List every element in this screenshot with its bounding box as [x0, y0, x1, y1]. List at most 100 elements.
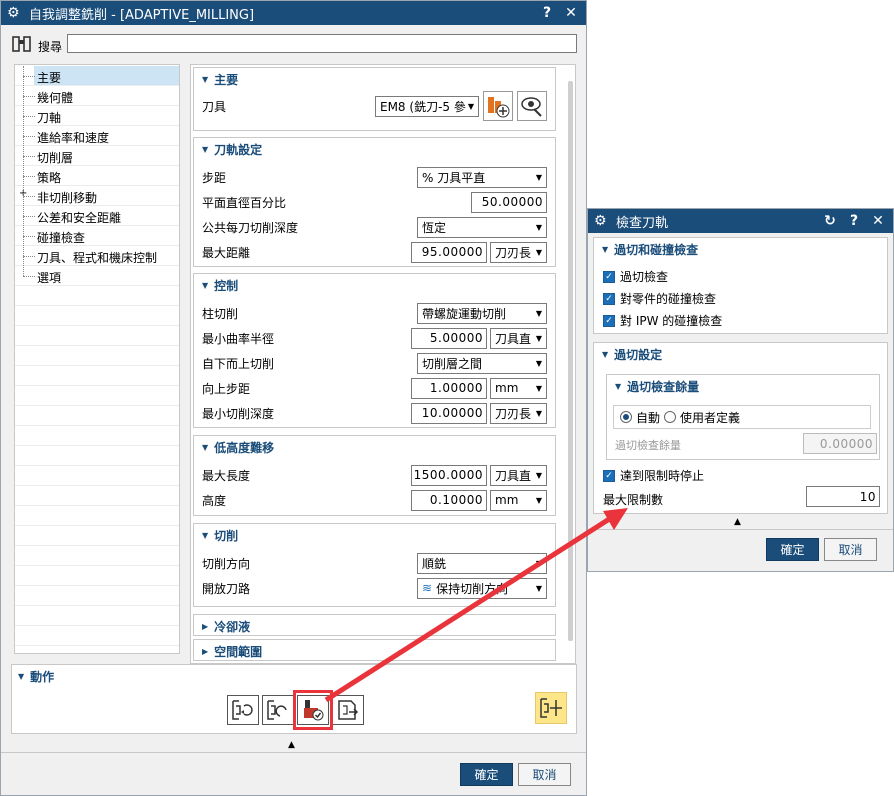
- check-cancel-button[interactable]: 取消: [824, 538, 877, 561]
- tree-connector: [23, 276, 35, 277]
- reset-button[interactable]: ↻: [821, 213, 839, 229]
- maxdist-input[interactable]: 95.00000: [411, 241, 487, 263]
- group2-header[interactable]: ▼ 過切設定: [594, 343, 887, 365]
- collapse-arrow-icon[interactable]: ▲: [288, 740, 295, 750]
- col-select[interactable]: 帶螺旋運動切削 ▼: [417, 302, 547, 324]
- ipw-collision-row[interactable]: ✓ 對 IPW 的碰撞檢查: [603, 312, 722, 329]
- checkbox-checked[interactable]: ✓: [603, 292, 615, 305]
- tree-item-label: 非切削移動: [37, 191, 98, 205]
- search-input[interactable]: [67, 34, 577, 53]
- search-label: 搜尋: [38, 40, 63, 54]
- tree-item[interactable]: 刀具、程式和機床控制: [15, 246, 179, 266]
- radio-auto[interactable]: [620, 411, 632, 423]
- section-control: ▼ 控制 柱切削 帶螺旋運動切削 ▼ 最小曲率半徑 5.00000 刀具直 ▼ 自下而…: [193, 273, 556, 428]
- check-ok-button[interactable]: 確定: [766, 538, 819, 561]
- upstep-unit-select[interactable]: mm ▼: [490, 377, 547, 399]
- new-tool-icon[interactable]: [483, 91, 513, 121]
- close-button[interactable]: ✕: [562, 5, 580, 21]
- tree-item[interactable]: 刀軸: [15, 106, 179, 126]
- list-icon[interactable]: [332, 695, 364, 725]
- section-coolant[interactable]: ▶ 冷卻液: [193, 614, 556, 636]
- help-button[interactable]: ?: [538, 5, 556, 21]
- main-dialog-title: 自我調整銑削 - [ADAPTIVE_MILLING]: [29, 7, 255, 23]
- max-limit-label: 最大限制數: [603, 493, 664, 507]
- tree-empty-row: [15, 546, 179, 566]
- zigzag-icon: ≋: [422, 581, 433, 595]
- subgroup-allowance: ▼ 過切檢查餘量 自動 使用者定義 過切檢查餘量 0.00000: [606, 374, 880, 460]
- maxlen-unit-select[interactable]: 刀具直 ▼: [490, 464, 547, 486]
- footer-divider: [1, 752, 586, 753]
- subgroup-header[interactable]: ▼ 過切檢查餘量: [607, 375, 879, 397]
- cutdir-select[interactable]: 順銑 ▼: [417, 552, 547, 574]
- bottomup-row: 自下而上切削 切削層之間 ▼: [202, 352, 547, 374]
- mindepth-unit-select[interactable]: 刀刃長 ▼: [490, 402, 547, 424]
- ok-button[interactable]: 確定: [460, 763, 513, 786]
- max-limit-input[interactable]: 10: [806, 486, 880, 507]
- stop-on-limit-row[interactable]: ✓ 達到限制時停止: [603, 467, 704, 484]
- collapse-arrow-icon[interactable]: ▲: [734, 517, 741, 527]
- tree-item[interactable]: 公差和安全距離: [15, 206, 179, 226]
- allowance-input: 0.00000: [803, 433, 877, 454]
- overcut-check-row[interactable]: ✓ 過切檢查: [603, 268, 668, 285]
- confirm-tool-path-icon[interactable]: [535, 692, 567, 724]
- content-panel: ▼ 主要 刀具 EM8 (銑刀-5 參 ▼ ▼ 刀軌設定 步距 % 刀具平直 ▼ 平面直…: [190, 64, 576, 664]
- tree-empty-row: [15, 466, 179, 486]
- openpath-select[interactable]: ≋ 保持切削方向 ▼: [417, 577, 547, 599]
- generate-icon[interactable]: [227, 695, 259, 725]
- edit-display-tool-icon[interactable]: [517, 91, 547, 121]
- radius-row: 最小曲率半徑 5.00000 刀具直 ▼: [202, 327, 547, 349]
- pct-input[interactable]: 50.00000: [471, 191, 547, 213]
- checkbox-checked[interactable]: ✓: [603, 314, 615, 327]
- section-cut-header[interactable]: ▼ 切削: [194, 524, 555, 546]
- section-lowheight-header[interactable]: ▼ 低高度難移: [194, 436, 555, 458]
- tree-item[interactable]: 進給率和速度: [15, 126, 179, 146]
- col-row: 柱切削 帶螺旋運動切削 ▼: [202, 302, 547, 324]
- checkbox-checked[interactable]: ✓: [603, 469, 615, 482]
- tree-item-label: 刀軸: [37, 111, 62, 125]
- main-title-bar[interactable]: ⚙ 自我調整銑削 - [ADAPTIVE_MILLING] ? ✕: [1, 1, 586, 25]
- group-overcut-collision: ▼ 過切和碰撞檢查 ✓ 過切檢查 ✓ 對零件的碰撞檢查 ✓ 對 IPW 的碰撞檢查: [593, 237, 888, 334]
- tree-empty-row: [15, 446, 179, 466]
- scrollbar[interactable]: [568, 81, 573, 641]
- section-main-header[interactable]: ▼ 主要: [194, 68, 555, 90]
- stepover-select[interactable]: % 刀具平直 ▼: [417, 166, 547, 188]
- section-lowheight: ▼ 低高度難移 最大長度 1500.0000 刀具直 ▼ 高度 0.10000 mm…: [193, 435, 556, 516]
- group1-header[interactable]: ▼ 過切和碰撞檢查: [594, 238, 887, 260]
- maxdist-unit-select[interactable]: 刀刃長 ▼: [490, 241, 547, 263]
- height-input[interactable]: 0.10000: [411, 489, 487, 511]
- tree-empty-row: [15, 626, 179, 646]
- tree-item[interactable]: + 非切削移動: [15, 186, 179, 206]
- tree-item[interactable]: 幾何體: [15, 86, 179, 106]
- part-collision-row[interactable]: ✓ 對零件的碰撞檢查: [603, 290, 716, 307]
- help-button[interactable]: ?: [845, 213, 863, 229]
- tree-item[interactable]: 碰撞檢查: [15, 226, 179, 246]
- actions-header[interactable]: ▼ 動作: [12, 665, 576, 687]
- checkbox-checked[interactable]: ✓: [603, 270, 615, 283]
- tree-item[interactable]: 選項: [15, 266, 179, 286]
- tree-item[interactable]: 切削層: [15, 146, 179, 166]
- section-space[interactable]: ▶ 空間範圍: [193, 639, 556, 661]
- height-row: 高度 0.10000 mm ▼: [202, 489, 547, 511]
- tree-item-label: 公差和安全距離: [37, 211, 122, 225]
- depth-select[interactable]: 恆定 ▼: [417, 216, 547, 238]
- tree-connector: [23, 96, 35, 97]
- close-button[interactable]: ✕: [869, 213, 887, 229]
- upstep-input[interactable]: 1.00000: [411, 377, 487, 399]
- tree-item-label: 選項: [37, 271, 62, 285]
- check-title-bar[interactable]: ⚙ 檢查刀軌 ↻ ? ✕: [588, 209, 893, 233]
- radius-unit-select[interactable]: 刀具直 ▼: [490, 327, 547, 349]
- cancel-button[interactable]: 取消: [518, 763, 571, 786]
- replay-icon[interactable]: [262, 695, 294, 725]
- tree-item[interactable]: 主要: [15, 66, 179, 86]
- section-control-header[interactable]: ▼ 控制: [194, 274, 555, 296]
- tree-item[interactable]: 策略: [15, 166, 179, 186]
- maxlen-input[interactable]: 1500.0000: [411, 464, 487, 486]
- tool-select[interactable]: EM8 (銑刀-5 參 ▼: [375, 95, 479, 117]
- radio-user[interactable]: [664, 411, 677, 423]
- radius-input[interactable]: 5.00000: [411, 327, 487, 349]
- height-unit-select[interactable]: mm ▼: [490, 489, 547, 511]
- mindepth-input[interactable]: 10.00000: [411, 402, 487, 424]
- bottomup-select[interactable]: 切削層之間 ▼: [417, 352, 547, 374]
- section-path-header[interactable]: ▼ 刀軌設定: [194, 138, 555, 160]
- cutdir-row: 切削方向 順銑 ▼: [202, 552, 547, 574]
